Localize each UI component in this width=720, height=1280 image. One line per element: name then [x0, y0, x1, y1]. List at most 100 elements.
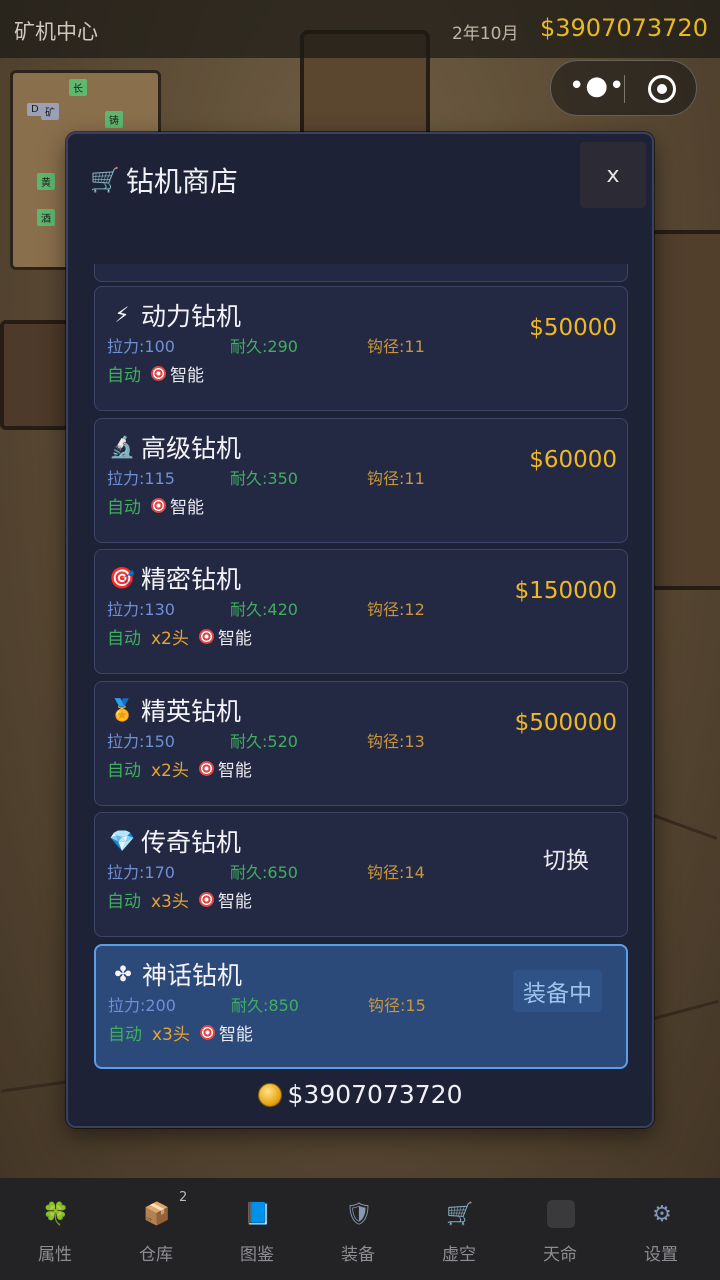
- drill-card[interactable]: 🏅 精英钻机 拉力:150 耐久:520 钩径:13 自动 x2头 智能 $500000: [94, 681, 628, 806]
- balance-amount: $3907073720: [287, 1080, 463, 1109]
- nav-label: 图鉴: [240, 1245, 274, 1265]
- stat-pull: 拉力:170: [107, 863, 175, 882]
- drill-tags: 自动 x3头 智能: [107, 887, 252, 912]
- buy-price-button[interactable]: $150000: [515, 578, 617, 604]
- drill-tags: 自动 智能: [107, 361, 204, 386]
- stat-hook: 钩径:14: [367, 863, 425, 882]
- stat-pull: 拉力:100: [107, 337, 175, 356]
- tag-smart: 智能: [199, 1020, 253, 1045]
- target-circle-icon[interactable]: [648, 75, 676, 103]
- switch-button[interactable]: 切换: [543, 841, 589, 875]
- nav-item-gear[interactable]: ⚙ 设置: [610, 1178, 712, 1280]
- drill-name-text: 神话钻机: [142, 961, 243, 990]
- miniprogram-capsule: •●•: [550, 60, 697, 116]
- target-icon: [199, 1025, 215, 1040]
- shopping-cart-icon: 🛒: [90, 166, 120, 194]
- buy-price-button[interactable]: $500000: [515, 710, 617, 736]
- minimap-marker: 酒: [37, 209, 55, 226]
- stat-durability: 耐久:650: [230, 863, 298, 882]
- lightning-icon: ⚡: [114, 303, 130, 327]
- stat-durability: 耐久:350: [230, 469, 298, 488]
- tag-auto: 自动: [107, 892, 141, 912]
- nav-item-cart[interactable]: 🛒 虚空: [408, 1178, 510, 1280]
- shield-icon: 🛡: [345, 1201, 373, 1227]
- tag-smart-text: 智能: [217, 761, 252, 781]
- nav-item-shield[interactable]: 🛡 装备: [307, 1178, 409, 1280]
- stat-durability: 耐久:420: [230, 600, 298, 619]
- drill-card[interactable]: 🔬 高级钻机 拉力:115 耐久:350 钩径:11 自动 智能 $60000: [94, 418, 628, 543]
- clover-icon: 🍀: [42, 1201, 70, 1227]
- minimap-marker: 黄: [37, 173, 55, 190]
- target-icon: [198, 629, 214, 644]
- stat-pull: 拉力:200: [108, 996, 176, 1015]
- tag-smart: 智能: [151, 493, 204, 518]
- nav-label: 属性: [38, 1245, 72, 1265]
- blank-square-icon: [547, 1200, 575, 1228]
- drill-card[interactable]: 🎯 精密钻机 拉力:130 耐久:420 钩径:12 自动 x2头 智能 $150000: [94, 549, 628, 674]
- drill-card[interactable]: 💎 传奇钻机拉力:170 耐久:650 钩径:14 自动 x3头 智能 切换: [94, 812, 628, 937]
- nav-item-clover[interactable]: 🍀 属性: [4, 1178, 106, 1280]
- target-icon: [198, 892, 214, 907]
- drill-name: ✤ 神话钻机: [110, 956, 242, 992]
- box-icon: 📦: [143, 1201, 171, 1227]
- drill-card[interactable]: ⚡ 动力钻机拉力:100 耐久:290 钩径:11 自动 智能 $50000: [94, 286, 628, 411]
- coin-stack-icon: [257, 1082, 282, 1107]
- drill-name: 💎 传奇钻机: [109, 823, 241, 859]
- drill-tags: 自动 x2头 智能: [107, 624, 252, 649]
- cart-icon: 🛒: [446, 1201, 474, 1227]
- money-display: $3907073720: [540, 14, 708, 42]
- tag-auto: 自动: [107, 761, 141, 781]
- nav-label: 仓库: [139, 1245, 173, 1265]
- nav-item-blank-square[interactable]: 天命: [509, 1178, 611, 1280]
- nav-label: 装备: [341, 1245, 375, 1265]
- minimap-marker: 铸: [105, 111, 123, 128]
- gear-icon: ⚙: [652, 1201, 672, 1227]
- tag-auto: 自动: [107, 366, 141, 386]
- tag-heads: x2头: [151, 629, 189, 649]
- drill-name: 🔬 高级钻机: [109, 429, 241, 465]
- drill-tags: 自动 x2头 智能: [107, 756, 252, 781]
- minimap-marker: 长: [69, 79, 87, 96]
- target-icon: [151, 498, 166, 513]
- drill-list[interactable]: ⚡ 动力钻机 拉力:100 耐久:290 钩径:11 自动 智能 $50000 🔬 高级钻机 拉力:…: [94, 264, 630, 1074]
- nav-label: 虚空: [442, 1245, 476, 1265]
- drill-name: 🎯 精密钻机: [109, 560, 241, 596]
- drill-name-text: 传奇钻机: [141, 828, 242, 857]
- sparkle-cross-icon: ✤: [114, 962, 132, 986]
- buy-price-button[interactable]: $60000: [529, 447, 617, 473]
- tag-auto: 自动: [108, 1025, 142, 1045]
- more-dots-icon[interactable]: •●•: [569, 73, 624, 104]
- close-button[interactable]: x: [580, 142, 646, 208]
- tag-heads: x2头: [151, 761, 189, 781]
- nav-item-book[interactable]: 📘 图鉴: [206, 1178, 308, 1280]
- tag-heads: x3头: [151, 892, 189, 912]
- equipped-label: 装备中: [513, 970, 602, 1012]
- nav-item-box[interactable]: 📦 仓库 2: [105, 1178, 207, 1280]
- target-icon: [198, 761, 214, 776]
- drill-shop-modal: 🛒 钻机商店 x ⚡ 动力钻机 拉力:100 耐久:290 钩径:11 自动 智能 $5000…: [66, 132, 654, 1128]
- balance-display: $3907073720: [68, 1080, 652, 1109]
- modal-header: 🛒 钻机商店 x: [68, 134, 652, 264]
- top-bar: 矿机中心 2年10月 $3907073720: [0, 0, 720, 58]
- target-icon: 🎯: [109, 565, 136, 590]
- tag-smart-text: 智能: [217, 892, 252, 912]
- bottom-nav: 🍀 属性 📦 仓库 2 📘 图鉴 🛡 装备 🛒 虚空 天命 ⚙ 设置: [0, 1178, 720, 1280]
- stat-durability: 耐久:290: [230, 337, 298, 356]
- drill-name-text: 动力钻机: [141, 302, 242, 331]
- book-icon: 📘: [244, 1201, 272, 1227]
- buy-price-button[interactable]: $50000: [529, 315, 617, 341]
- drill-card[interactable]: ✤ 神话钻机 拉力:200 耐久:850 钩径:15 自动 x3头 智能 装备中: [94, 944, 628, 1069]
- modal-title-text: 钻机商店: [125, 165, 238, 198]
- stat-hook: 钩径:11: [367, 337, 425, 356]
- gem-icon: 💎: [109, 828, 136, 853]
- tag-smart-text: 智能: [170, 498, 204, 518]
- tag-smart-text: 智能: [170, 366, 204, 386]
- microscope-icon: 🔬: [109, 434, 136, 459]
- stat-durability: 耐久:850: [231, 996, 299, 1015]
- drill-tags: 自动 x3头 智能: [108, 1020, 253, 1045]
- tag-smart: 智能: [198, 887, 252, 912]
- drill-name-text: 精英钻机: [141, 697, 242, 726]
- game-date: 2年10月: [452, 24, 519, 44]
- nav-label: 设置: [644, 1245, 678, 1265]
- stat-pull: 拉力:130: [107, 600, 175, 619]
